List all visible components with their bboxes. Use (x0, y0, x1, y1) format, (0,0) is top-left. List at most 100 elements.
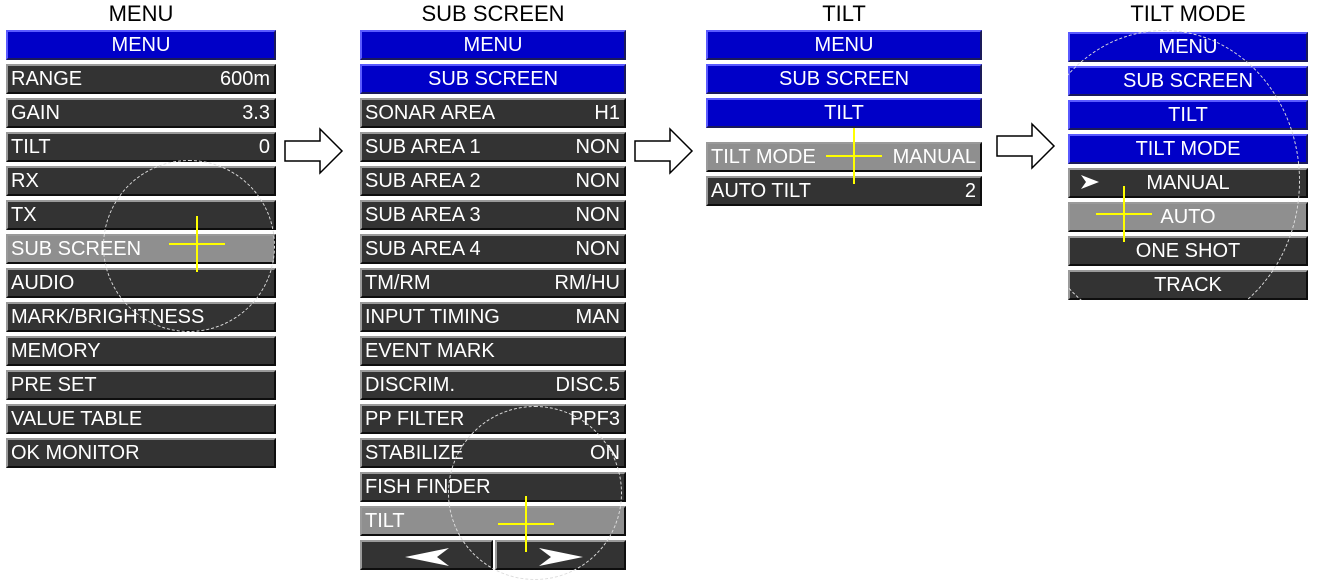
menu-item-label: VALUE TABLE (11, 408, 143, 430)
menu-item-value: H1 (594, 102, 620, 124)
menu-item-discrim[interactable]: DISCRIM. DISC.5 (360, 370, 626, 400)
menu-item-label: TILT MODE (711, 146, 816, 168)
option-auto[interactable]: AUTO (1068, 202, 1308, 232)
menu-item-sub-area-3[interactable]: SUB AREA 3 NON (360, 200, 626, 230)
menu-item-label: AUDIO (11, 272, 75, 294)
menu-item-ok-monitor[interactable]: OK MONITOR (6, 438, 276, 468)
option-label: TRACK (1154, 274, 1222, 296)
menu-item-label: SUB AREA 2 (365, 170, 481, 192)
menu-panel: MENU MENU RANGE 600m GAIN 3.3 TILT 0 RX … (6, 0, 276, 480)
menu-item-range[interactable]: RANGE 600m (6, 64, 276, 94)
menu-item-label: MARK/BRIGHTNESS (11, 306, 205, 328)
menu-item-label: MEMORY (11, 340, 101, 362)
option-label: ONE SHOT (1135, 240, 1241, 262)
menu-item-value: 3.3 (242, 102, 270, 124)
menu-header-label: MENU (111, 34, 171, 56)
right-arrow-outline-icon (996, 122, 1056, 170)
panel-title: SUB SCREEN (421, 1, 565, 26)
menu-item-label: SUB AREA 3 (365, 204, 481, 226)
menu-item-memory[interactable]: MEMORY (6, 336, 276, 366)
menu-item-sub-area-4[interactable]: SUB AREA 4 NON (360, 234, 626, 264)
option-one-shot[interactable]: ONE SHOT (1068, 236, 1308, 266)
menu-item-label: PP FILTER (365, 408, 465, 430)
menu-item-value: 0 (258, 136, 270, 158)
menu-item-pre-set[interactable]: PRE SET (6, 370, 276, 400)
menu-item-label: TILT (365, 510, 405, 532)
menu-item-label: TM/RM (365, 272, 431, 294)
menu-item-label: AUTO TILT (711, 180, 812, 202)
menu-item-audio[interactable]: AUDIO (6, 268, 276, 298)
menu-item-value: MANUAL (892, 146, 976, 168)
menu-item-value: PPF3 (569, 408, 620, 430)
menu-item-label: RX (11, 170, 39, 192)
menu-item-value: 600m (219, 68, 270, 90)
menu-item-input-timing[interactable]: INPUT TIMING MAN (360, 302, 626, 332)
right-arrowhead-icon (538, 548, 583, 566)
menu-item-event-mark[interactable]: EVENT MARK (360, 336, 626, 366)
menu-header[interactable]: MENU (6, 30, 276, 60)
menu-item-auto-tilt[interactable]: AUTO TILT 2 (706, 176, 982, 206)
prev-page-button[interactable] (360, 540, 493, 570)
next-page-button[interactable] (495, 540, 626, 570)
menu-item-value: 2 (964, 180, 976, 202)
menu-item-fish-finder[interactable]: FISH FINDER (360, 472, 626, 502)
sub-screen-header[interactable]: SUB SCREEN (1068, 66, 1308, 96)
sub-screen-panel: SUB SCREEN MENU SUB SCREEN SONAR AREA H1… (360, 0, 626, 580)
nav-bar (360, 540, 626, 570)
menu-item-value: DISC.5 (555, 374, 620, 396)
menu-item-stabilize[interactable]: STABILIZE ON (360, 438, 626, 468)
sub-screen-header[interactable]: SUB SCREEN (706, 64, 982, 94)
menu-item-sub-screen[interactable]: SUB SCREEN (6, 234, 276, 264)
panel-title: TILT (822, 1, 866, 26)
sub-screen-header-label: SUB SCREEN (778, 68, 910, 90)
menu-header-label: MENU (1158, 36, 1218, 58)
menu-item-label: EVENT MARK (365, 340, 495, 362)
menu-item-value: ON (590, 442, 620, 464)
menu-item-label: DISCRIM. (365, 374, 455, 396)
menu-item-rx[interactable]: RX (6, 166, 276, 196)
menu-item-pp-filter[interactable]: PP FILTER PPF3 (360, 404, 626, 434)
menu-item-tilt[interactable]: TILT (360, 506, 626, 536)
sub-screen-header-label: SUB SCREEN (427, 68, 559, 90)
menu-item-value-table[interactable]: VALUE TABLE (6, 404, 276, 434)
menu-item-label: TX (11, 204, 37, 226)
menu-item-sub-area-1[interactable]: SUB AREA 1 NON (360, 132, 626, 162)
menu-item-tilt-mode[interactable]: TILT MODE MANUAL (706, 142, 982, 172)
menu-item-value: NON (575, 170, 620, 192)
menu-header[interactable]: MENU (706, 30, 982, 60)
menu-item-label: FISH FINDER (365, 476, 491, 498)
menu-item-label: INPUT TIMING (365, 306, 500, 328)
menu-item-gain[interactable]: GAIN 3.3 (6, 98, 276, 128)
tilt-mode-header[interactable]: TILT MODE (1068, 134, 1308, 164)
menu-header[interactable]: MENU (360, 30, 626, 60)
menu-item-label: RANGE (11, 68, 83, 90)
sub-screen-header[interactable]: SUB SCREEN (360, 64, 626, 94)
sub-screen-header-label: SUB SCREEN (1122, 70, 1254, 92)
menu-item-tilt[interactable]: TILT 0 (6, 132, 276, 162)
menu-item-sub-area-2[interactable]: SUB AREA 2 NON (360, 166, 626, 196)
menu-item-mark-brightness[interactable]: MARK/BRIGHTNESS (6, 302, 276, 332)
menu-item-label: PRE SET (11, 374, 97, 396)
menu-item-value: NON (575, 238, 620, 260)
menu-item-label: SUB SCREEN (11, 238, 142, 260)
menu-item-label: SONAR AREA (365, 102, 496, 124)
right-arrow-outline-icon (284, 127, 344, 175)
left-arrowhead-icon (404, 548, 449, 566)
tilt-header[interactable]: TILT (1068, 100, 1308, 130)
tilt-mode-header-label: TILT MODE (1135, 138, 1241, 160)
menu-item-label: SUB AREA 1 (365, 136, 481, 158)
option-track[interactable]: TRACK (1068, 270, 1308, 300)
menu-item-tm-rm[interactable]: TM/RM RM/HU (360, 268, 626, 298)
option-label: AUTO (1160, 206, 1216, 228)
menu-item-tx[interactable]: TX (6, 200, 276, 230)
menu-item-sonar-area[interactable]: SONAR AREA H1 (360, 98, 626, 128)
menu-item-label: STABILIZE (365, 442, 464, 464)
panel-title: MENU (108, 1, 174, 26)
menu-item-label: GAIN (11, 102, 60, 124)
option-manual[interactable]: MANUAL (1068, 168, 1308, 198)
menu-item-label: OK MONITOR (11, 442, 140, 464)
menu-header[interactable]: MENU (1068, 32, 1308, 62)
tilt-header[interactable]: TILT (706, 98, 982, 128)
menu-item-label: TILT (11, 136, 51, 158)
tilt-header-label: TILT (824, 102, 864, 124)
